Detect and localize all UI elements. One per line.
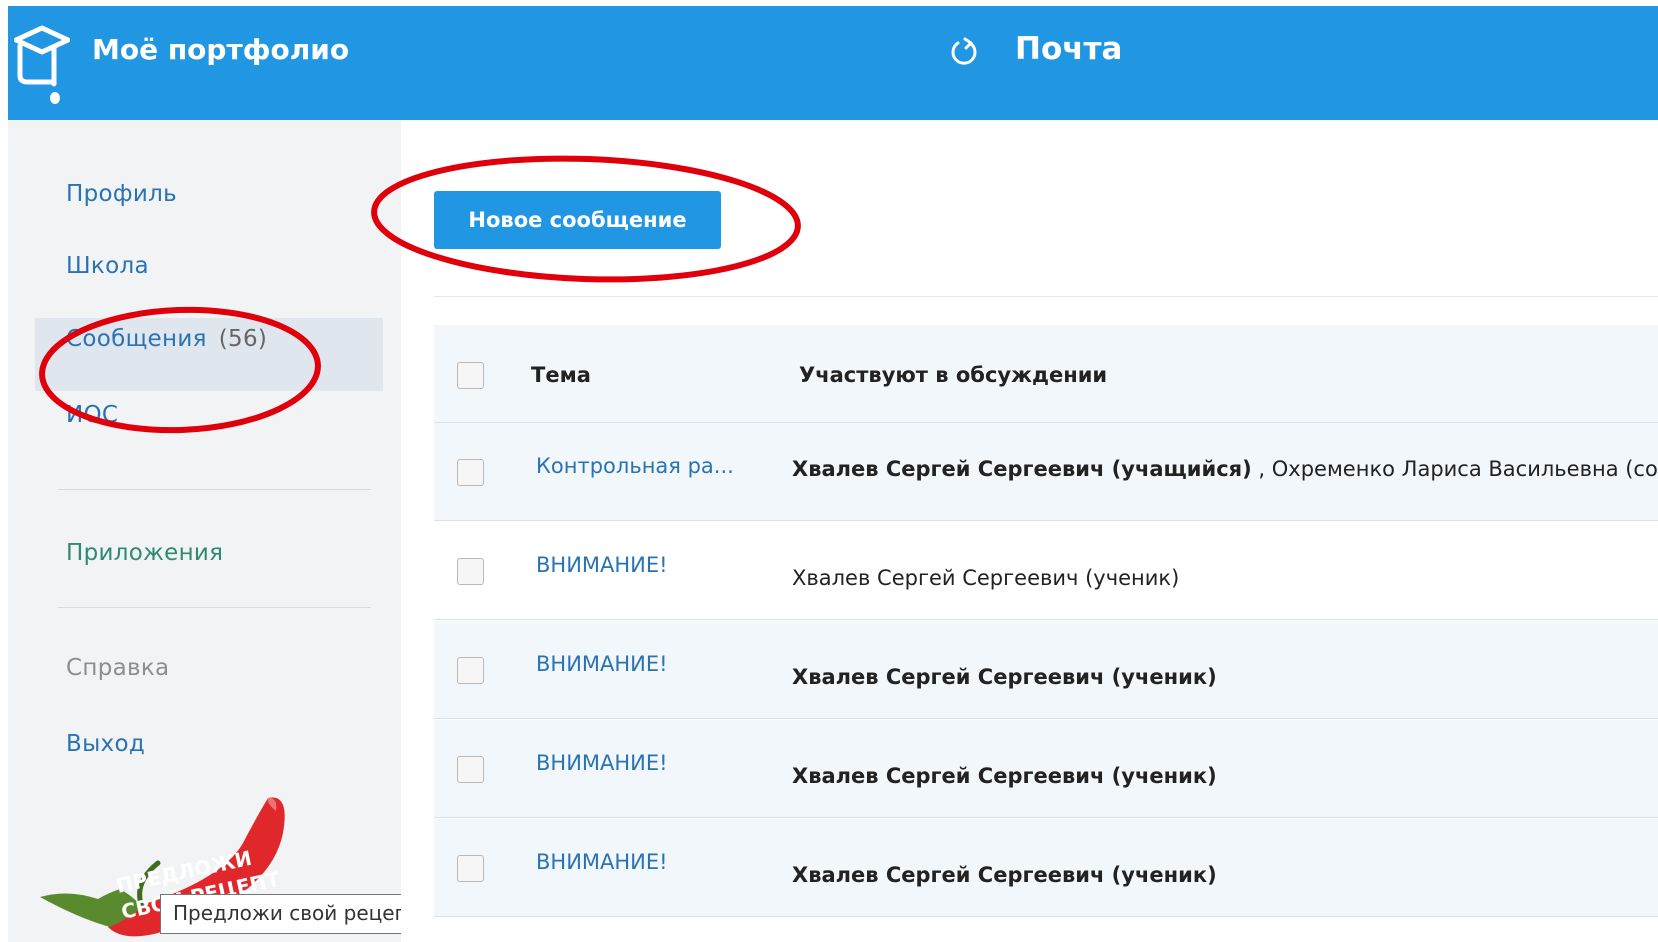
sidebar-item-logout[interactable]: Выход	[66, 731, 145, 757]
participant-others: Хвалев Сергей Сергеевич (ученик)	[792, 566, 1180, 590]
table-row[interactable]: ВНИМАНИЕ! Хвалев Сергей Сергеевич (учени…	[434, 621, 1658, 719]
sidebar-divider	[58, 489, 371, 490]
sidebar-divider	[58, 607, 371, 608]
message-participants: Хвалев Сергей Сергеевич (ученик)	[792, 665, 1217, 689]
message-participants: Хвалев Сергей Сергеевич (ученик)	[792, 863, 1217, 887]
message-subject-link[interactable]: ВНИМАНИЕ!	[536, 751, 668, 775]
row-checkbox[interactable]	[457, 459, 484, 486]
column-header-participants[interactable]: Участвуют в обсуждении	[799, 363, 1107, 387]
content-divider	[434, 296, 1658, 297]
participant-primary: Хвалев Сергей Сергеевич (ученик)	[792, 665, 1217, 689]
refresh-icon[interactable]	[948, 36, 980, 68]
table-row[interactable]: ВНИМАНИЕ! Хвалев Сергей Сергеевич (учени…	[434, 720, 1658, 818]
select-all-checkbox[interactable]	[457, 362, 484, 389]
message-participants: Хвалев Сергей Сергеевич (ученик)	[792, 764, 1217, 788]
message-subject-link[interactable]: ВНИМАНИЕ!	[536, 553, 668, 577]
participant-primary: Хвалев Сергей Сергеевич (ученик)	[792, 764, 1217, 788]
sidebar-item-school[interactable]: Школа	[66, 253, 149, 279]
new-message-button[interactable]: Новое сообщение	[434, 191, 721, 249]
row-checkbox[interactable]	[457, 756, 484, 783]
app-header: Моё портфолио Почта	[8, 6, 1658, 120]
message-participants: Хвалев Сергей Сергеевич (ученик)	[792, 566, 1179, 590]
table-header-row: Тема Участвуют в обсуждении	[434, 325, 1658, 423]
sidebar-item-profile[interactable]: Профиль	[66, 181, 177, 207]
sidebar-item-help[interactable]: Справка	[66, 655, 169, 681]
sidebar-item-ios[interactable]: ИОС	[66, 402, 118, 428]
sidebar-item-messages[interactable]: Сообщения (56)	[66, 326, 267, 352]
graduation-cap-logo-icon[interactable]	[14, 18, 70, 106]
row-checkbox[interactable]	[457, 855, 484, 882]
table-row[interactable]: Контрольная ра... Хвалев Сергей Сергееви…	[434, 423, 1658, 521]
message-subject-link[interactable]: Контрольная ра...	[536, 454, 734, 478]
message-participants: Хвалев Сергей Сергеевич (учащийся) , Охр…	[792, 457, 1658, 481]
message-subject-link[interactable]: ВНИМАНИЕ!	[536, 652, 668, 676]
participant-primary: Хвалев Сергей Сергеевич (учащийся)	[792, 457, 1252, 481]
participant-others: , Охременко Лариса Васильевна (сотр	[1251, 457, 1658, 481]
row-checkbox[interactable]	[457, 657, 484, 684]
table-row[interactable]: ВНИМАНИЕ! Хвалев Сергей Сергеевич (учени…	[434, 522, 1658, 620]
sidebar-item-apps[interactable]: Приложения	[66, 540, 223, 566]
app-title[interactable]: Моё портфолио	[92, 33, 349, 66]
message-subject-link[interactable]: ВНИМАНИЕ!	[536, 850, 668, 874]
page-title: Почта	[1015, 31, 1123, 67]
table-row[interactable]: ВНИМАНИЕ! Хвалев Сергей Сергеевич (учени…	[434, 819, 1658, 917]
column-header-subject[interactable]: Тема	[531, 363, 591, 387]
promo-tooltip: Предложи свой рецепт	[160, 894, 436, 934]
participant-primary: Хвалев Сергей Сергеевич (ученик)	[792, 863, 1217, 887]
sidebar-item-messages-label: Сообщения	[66, 326, 207, 352]
row-checkbox[interactable]	[457, 558, 484, 585]
unread-count-badge: (56)	[218, 326, 268, 352]
